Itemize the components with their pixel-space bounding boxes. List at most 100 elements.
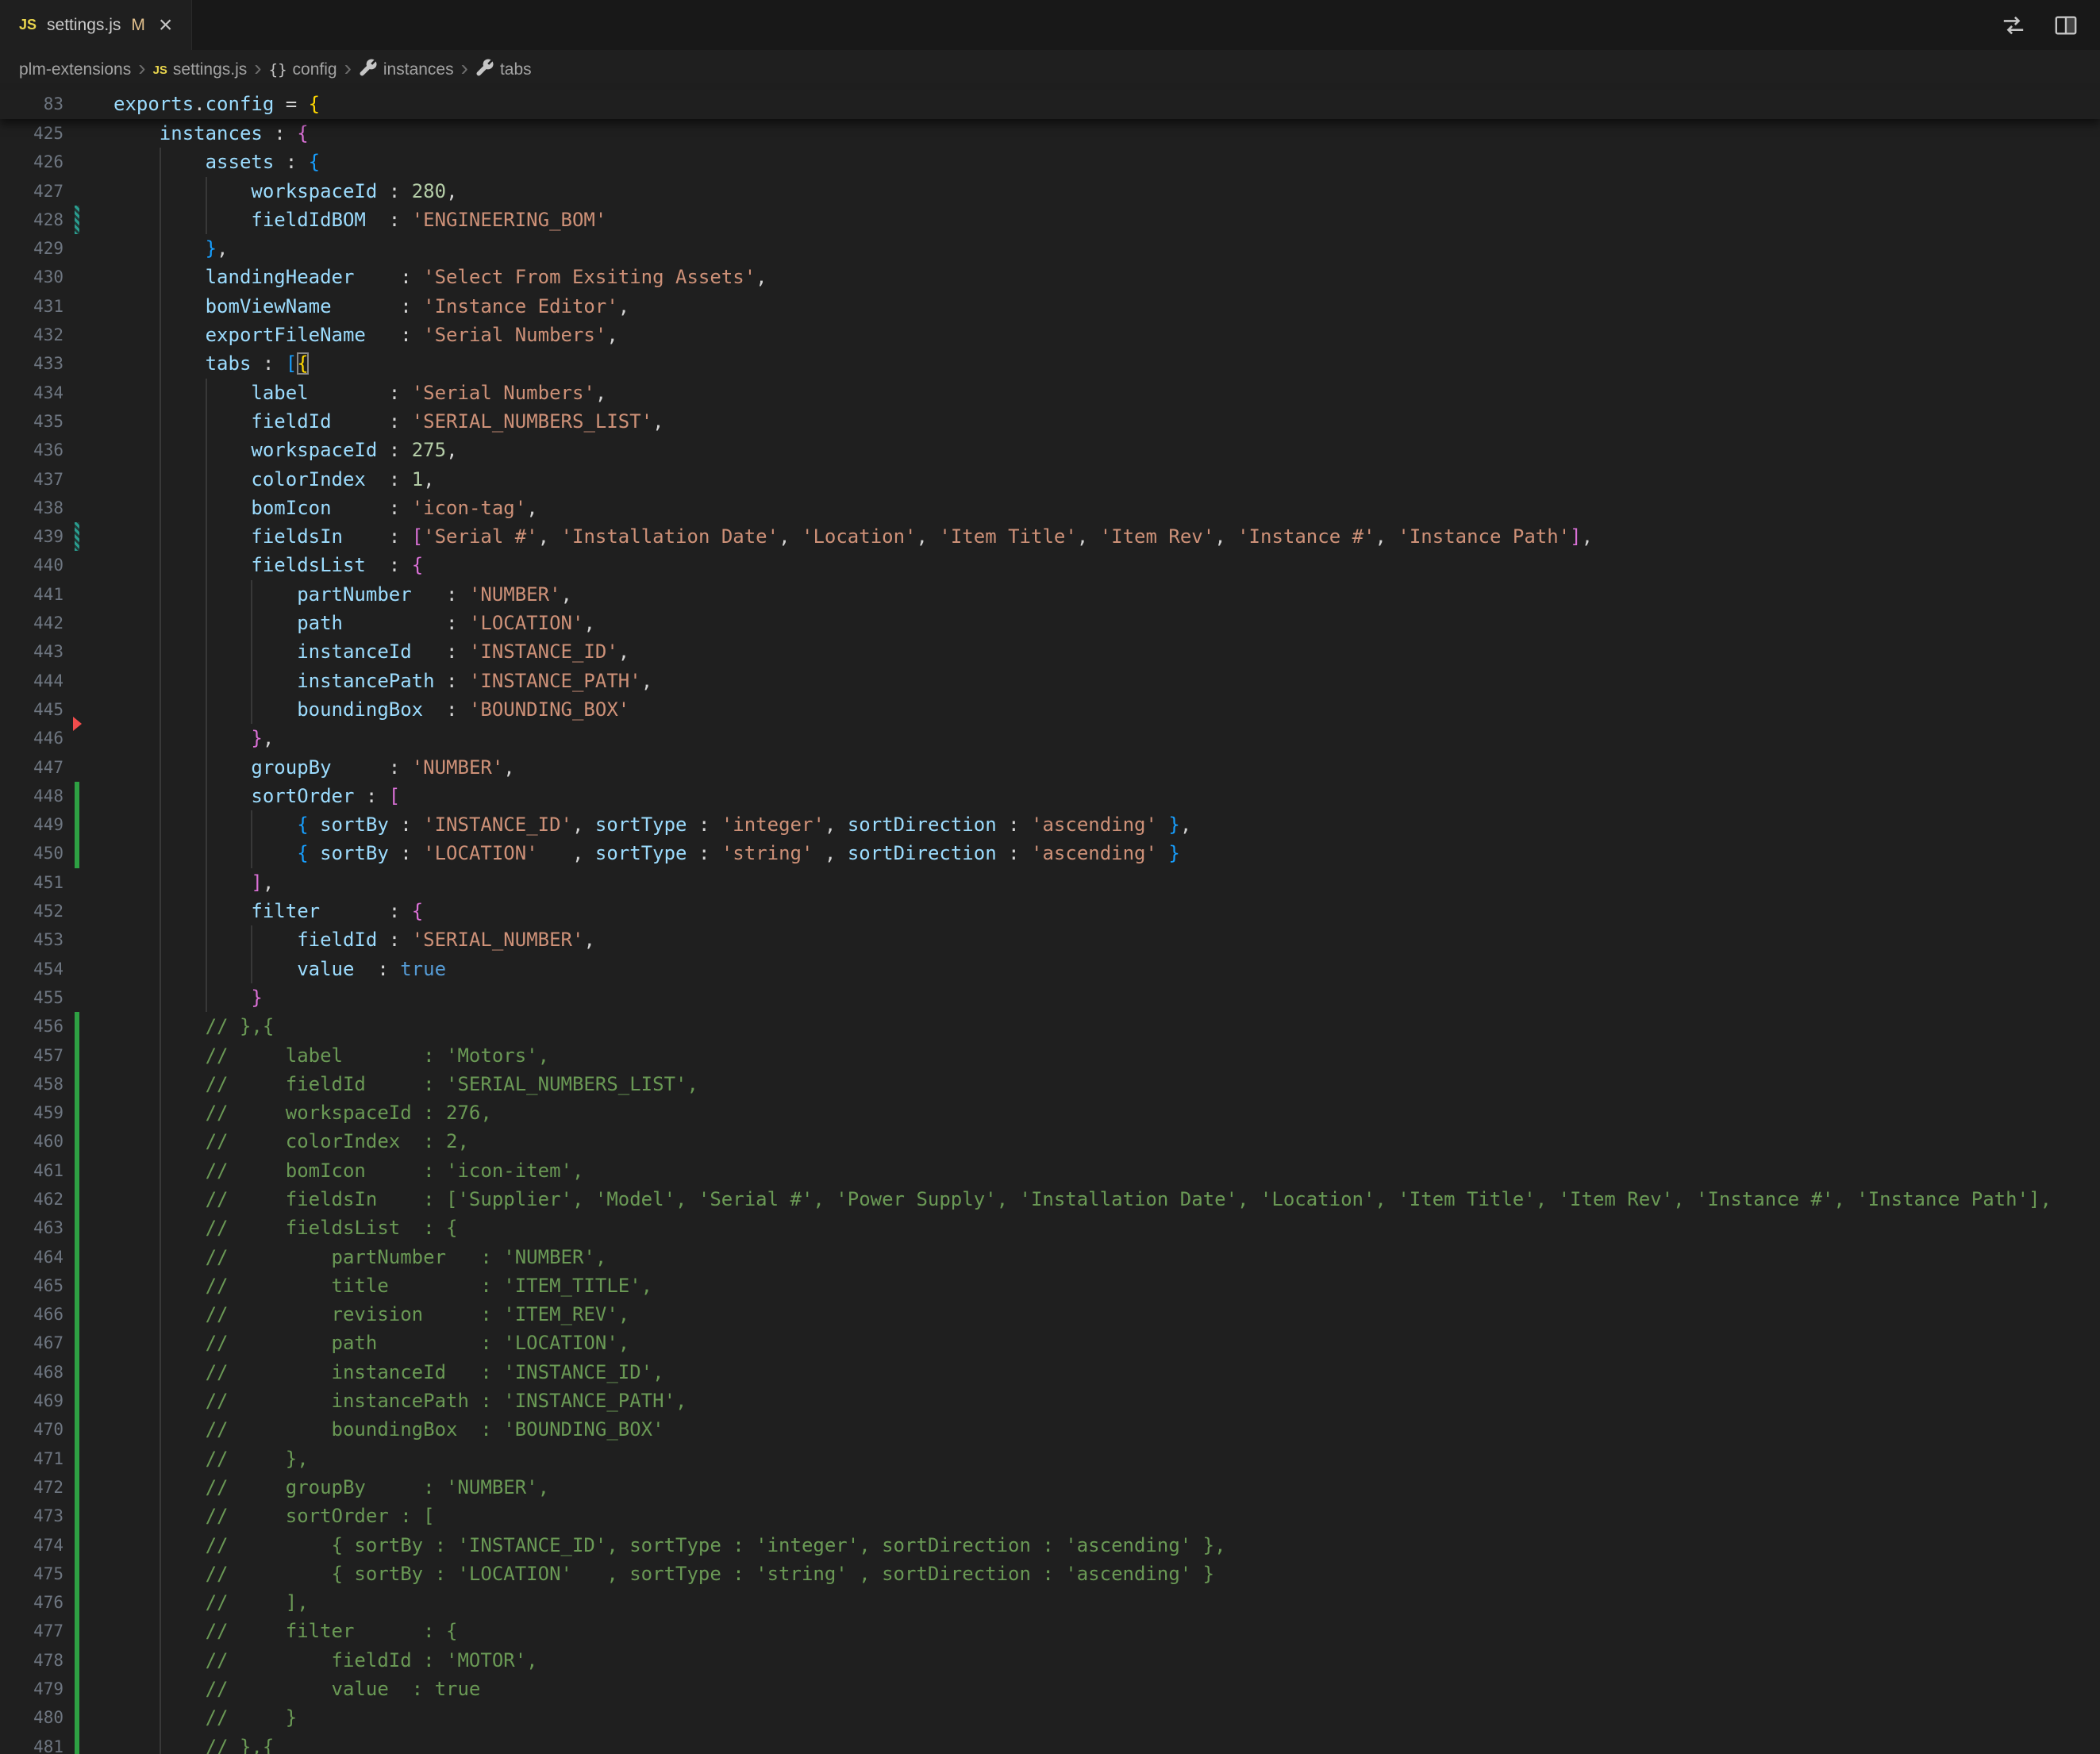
code-line[interactable]: 468 // instanceId : 'INSTANCE_ID', — [0, 1358, 2100, 1387]
code-line[interactable]: 449 { sortBy : 'INSTANCE_ID', sortType :… — [0, 810, 2100, 839]
code-line[interactable]: 472 // groupBy : 'NUMBER', — [0, 1473, 2100, 1502]
line-number[interactable]: 479 — [0, 1675, 63, 1703]
code-line[interactable]: 464 // partNumber : 'NUMBER', — [0, 1243, 2100, 1271]
code-line[interactable]: 454 value : true — [0, 955, 2100, 983]
code-line[interactable]: 443 instanceId : 'INSTANCE_ID', — [0, 637, 2100, 666]
code-line[interactable]: 465 // title : 'ITEM_TITLE', — [0, 1271, 2100, 1300]
line-number[interactable]: 459 — [0, 1098, 63, 1127]
line-number[interactable]: 466 — [0, 1300, 63, 1329]
code-line[interactable]: 450 { sortBy : 'LOCATION' , sortType : '… — [0, 839, 2100, 867]
line-number[interactable]: 433 — [0, 349, 63, 378]
code-line[interactable]: 481 // },{ — [0, 1733, 2100, 1754]
breadcrumb-item-instances[interactable]: instances — [359, 58, 454, 82]
code-line[interactable]: 429 }, — [0, 234, 2100, 263]
line-number[interactable]: 457 — [0, 1041, 63, 1070]
line-number[interactable]: 445 — [0, 695, 63, 724]
code-line[interactable]: 459 // workspaceId : 276, — [0, 1098, 2100, 1127]
code-line[interactable]: 433 tabs : [{ — [0, 349, 2100, 378]
line-number[interactable]: 430 — [0, 263, 63, 291]
line-number[interactable]: 450 — [0, 839, 63, 867]
code-line[interactable]: 470 // boundingBox : 'BOUNDING_BOX' — [0, 1415, 2100, 1444]
code-line[interactable]: 437 colorIndex : 1, — [0, 465, 2100, 494]
code-line[interactable]: 467 // path : 'LOCATION', — [0, 1329, 2100, 1357]
line-number[interactable]: 447 — [0, 753, 63, 782]
line-number[interactable]: 463 — [0, 1214, 63, 1242]
line-number[interactable]: 431 — [0, 292, 63, 321]
sticky-line[interactable]: 83 exports.config = { — [0, 90, 2100, 119]
code-line[interactable]: 461 // bomIcon : 'icon-item', — [0, 1156, 2100, 1185]
line-number[interactable]: 451 — [0, 868, 63, 897]
code-line[interactable]: 458 // fieldId : 'SERIAL_NUMBERS_LIST', — [0, 1070, 2100, 1098]
line-number[interactable]: 465 — [0, 1271, 63, 1300]
line-number[interactable]: 454 — [0, 955, 63, 983]
code-line[interactable]: 453 fieldId : 'SERIAL_NUMBER', — [0, 925, 2100, 954]
line-number[interactable]: 429 — [0, 234, 63, 263]
code-line[interactable]: 455 } — [0, 983, 2100, 1012]
code-line[interactable]: 426 assets : { — [0, 148, 2100, 176]
code-line[interactable]: 474 // { sortBy : 'INSTANCE_ID', sortTyp… — [0, 1531, 2100, 1560]
code-line[interactable]: 440 fieldsList : { — [0, 551, 2100, 579]
breadcrumb-item-tabs[interactable]: tabs — [475, 58, 532, 82]
code-line[interactable]: 445 boundingBox : 'BOUNDING_BOX' — [0, 695, 2100, 724]
code-line[interactable]: 442 path : 'LOCATION', — [0, 609, 2100, 637]
split-editor-icon[interactable] — [2054, 13, 2078, 37]
code-line[interactable]: 425 instances : { — [0, 119, 2100, 148]
code-line[interactable]: 456 // },{ — [0, 1012, 2100, 1040]
line-number[interactable]: 441 — [0, 580, 63, 609]
line-number[interactable]: 473 — [0, 1502, 63, 1530]
line-number[interactable]: 432 — [0, 321, 63, 349]
line-number[interactable]: 436 — [0, 436, 63, 464]
line-number[interactable]: 461 — [0, 1156, 63, 1185]
breadcrumb-item-folder[interactable]: plm-extensions — [19, 60, 131, 79]
line-number[interactable]: 464 — [0, 1243, 63, 1271]
code-line[interactable]: 475 // { sortBy : 'LOCATION' , sortType … — [0, 1560, 2100, 1588]
line-number[interactable]: 439 — [0, 522, 63, 551]
code-line[interactable]: 447 groupBy : 'NUMBER', — [0, 753, 2100, 782]
code-area[interactable]: 425 instances : {426 assets : {427 works… — [0, 119, 2100, 1754]
code-line[interactable]: 451 ], — [0, 868, 2100, 897]
line-number[interactable]: 476 — [0, 1588, 63, 1617]
line-number[interactable]: 460 — [0, 1127, 63, 1156]
code-line[interactable]: 480 // } — [0, 1703, 2100, 1732]
line-number[interactable]: 438 — [0, 494, 63, 522]
code-line[interactable]: 462 // fieldsIn : ['Supplier', 'Model', … — [0, 1185, 2100, 1214]
code-line[interactable]: 446 }, — [0, 724, 2100, 752]
line-number[interactable]: 443 — [0, 637, 63, 666]
line-number[interactable]: 444 — [0, 667, 63, 695]
line-number[interactable]: 448 — [0, 782, 63, 810]
tab-close-icon[interactable]: × — [159, 13, 173, 37]
line-number[interactable]: 446 — [0, 724, 63, 752]
line-number[interactable]: 435 — [0, 407, 63, 436]
code-line[interactable]: 434 label : 'Serial Numbers', — [0, 379, 2100, 407]
line-number[interactable]: 470 — [0, 1415, 63, 1444]
open-changes-icon[interactable] — [2002, 13, 2025, 37]
code-line[interactable]: 431 bomViewName : 'Instance Editor', — [0, 292, 2100, 321]
code-line[interactable]: 439 fieldsIn : ['Serial #', 'Installatio… — [0, 522, 2100, 551]
code-line[interactable]: 457 // label : 'Motors', — [0, 1041, 2100, 1070]
code-line[interactable]: 448 sortOrder : [ — [0, 782, 2100, 810]
line-number[interactable]: 437 — [0, 465, 63, 494]
code-line[interactable]: 452 filter : { — [0, 897, 2100, 925]
line-number[interactable]: 426 — [0, 148, 63, 176]
line-number[interactable]: 440 — [0, 551, 63, 579]
code-line[interactable]: 428 fieldIdBOM : 'ENGINEERING_BOM' — [0, 206, 2100, 234]
line-number[interactable]: 469 — [0, 1387, 63, 1415]
line-number[interactable]: 467 — [0, 1329, 63, 1357]
code-line[interactable]: 477 // filter : { — [0, 1617, 2100, 1645]
line-number[interactable]: 452 — [0, 897, 63, 925]
line-number[interactable]: 471 — [0, 1444, 63, 1473]
code-line[interactable]: 469 // instancePath : 'INSTANCE_PATH', — [0, 1387, 2100, 1415]
line-number[interactable]: 442 — [0, 609, 63, 637]
line-number[interactable]: 477 — [0, 1617, 63, 1645]
line-number[interactable]: 428 — [0, 206, 63, 234]
line-number[interactable]: 478 — [0, 1646, 63, 1675]
line-number[interactable]: 458 — [0, 1070, 63, 1098]
line-number[interactable]: 455 — [0, 983, 63, 1012]
line-number[interactable]: 468 — [0, 1358, 63, 1387]
code-line[interactable]: 478 // fieldId : 'MOTOR', — [0, 1646, 2100, 1675]
code-line[interactable]: 476 // ], — [0, 1588, 2100, 1617]
breadcrumb-item-config[interactable]: {} config — [269, 60, 337, 79]
sticky-scroll[interactable]: 83 exports.config = { — [0, 90, 2100, 119]
line-number[interactable]: 425 — [0, 119, 63, 148]
code-line[interactable]: 432 exportFileName : 'Serial Numbers', — [0, 321, 2100, 349]
